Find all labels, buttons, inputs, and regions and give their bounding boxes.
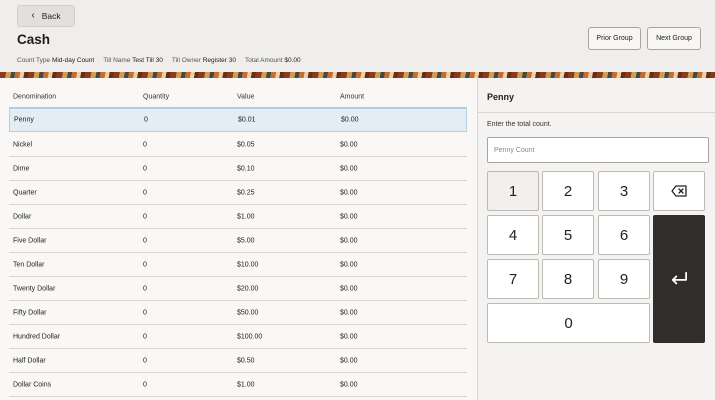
column-header-quantity: Quantity (143, 93, 170, 100)
denomination-cell: Twenty Dollar (13, 285, 56, 292)
quantity-cell: 0 (143, 309, 147, 316)
key-8[interactable]: 8 (542, 259, 594, 299)
column-header-value: Value (237, 93, 255, 100)
entry-prompt: Enter the total count. (487, 121, 552, 128)
amount-cell: $0.00 (340, 237, 358, 244)
quantity-cell: 0 (143, 261, 147, 268)
quantity-cell: 0 (143, 285, 147, 292)
table-row[interactable]: Dollar Coins 0 $1.00 $0.00 (9, 373, 467, 397)
denomination-table: Denomination Quantity Value Amount Penny… (0, 78, 478, 400)
amount-cell: $0.00 (340, 333, 358, 340)
table-row[interactable]: Half Dollar 0 $0.50 $0.00 (9, 349, 467, 373)
meta-till-name: Till Name Test Till 30 (103, 57, 163, 64)
table-row[interactable]: Dollar 0 $1.00 $0.00 (9, 205, 467, 229)
denomination-cell: Penny (14, 116, 34, 124)
key-2[interactable]: 2 (542, 171, 594, 211)
amount-cell: $0.00 (340, 309, 358, 316)
key-0[interactable]: 0 (487, 303, 650, 343)
header: ‹ Back Cash Count Type Mid-day Count Til… (0, 0, 715, 72)
key-7[interactable]: 7 (487, 259, 539, 299)
back-button[interactable]: ‹ Back (17, 5, 75, 27)
table-row[interactable]: Ten Dollar 0 $10.00 $0.00 (9, 253, 467, 277)
meta-total-amount: Total Amount $0.00 (244, 57, 301, 64)
amount-cell: $0.00 (340, 213, 358, 220)
quantity-cell: 0 (143, 141, 147, 148)
value-cell: $1.00 (237, 381, 255, 388)
denomination-cell: Quarter (13, 189, 37, 196)
denomination-cell: Dollar Coins (13, 381, 52, 388)
key-5[interactable]: 5 (542, 215, 594, 255)
meta-count-type: Count Type Mid-day Count (17, 57, 95, 64)
next-group-button[interactable]: Next Group (647, 27, 701, 50)
table-row[interactable]: Five Dollar 0 $5.00 $0.00 (9, 229, 467, 253)
value-cell: $10.00 (237, 261, 259, 268)
value-cell: $1.00 (237, 213, 255, 220)
denomination-cell: Hundred Dollar (13, 333, 61, 340)
key-6[interactable]: 6 (598, 215, 650, 255)
key-4[interactable]: 4 (487, 215, 539, 255)
key-9[interactable]: 9 (598, 259, 650, 299)
amount-cell: $0.00 (340, 381, 358, 388)
quantity-cell: 0 (143, 213, 147, 220)
denomination-cell: Nickel (13, 141, 33, 148)
quantity-cell: 0 (143, 381, 147, 388)
value-cell: $20.00 (237, 285, 259, 292)
amount-cell: $0.00 (340, 285, 358, 292)
penny-count-input[interactable] (487, 137, 709, 163)
key-1[interactable]: 1 (487, 171, 539, 211)
denomination-cell: Ten Dollar (13, 261, 45, 268)
prior-group-button[interactable]: Prior Group (588, 27, 641, 50)
column-header-amount: Amount (340, 93, 365, 100)
table-row[interactable]: Nickel 0 $0.05 $0.00 (9, 133, 467, 157)
amount-cell: $0.00 (341, 116, 359, 124)
value-cell: $0.10 (237, 165, 255, 172)
denomination-cell: Five Dollar (13, 237, 47, 244)
back-label: Back (41, 11, 61, 21)
quantity-cell: 0 (143, 165, 147, 172)
amount-cell: $0.00 (340, 357, 358, 364)
table-row[interactable]: Quarter 0 $0.25 $0.00 (9, 181, 467, 205)
enter-key[interactable] (653, 215, 705, 343)
quantity-cell: 0 (143, 189, 147, 196)
value-cell: $0.05 (237, 141, 255, 148)
chevron-left-icon: ‹ (31, 10, 35, 21)
panel-title: Penny (487, 92, 515, 102)
table-row[interactable]: Penny 0 $0.01 $0.00 (9, 108, 467, 132)
count-meta: Count Type Mid-day Count Till Name Test … (17, 57, 301, 64)
meta-till-owner: Till Owner Register 30 (171, 57, 236, 64)
value-cell: $100.00 (237, 333, 263, 340)
amount-cell: $0.00 (340, 261, 358, 268)
amount-cell: $0.00 (340, 141, 358, 148)
page-title: Cash (17, 32, 51, 47)
quantity-cell: 0 (144, 116, 148, 124)
denomination-cell: Fifty Dollar (13, 309, 47, 316)
value-cell: $0.50 (237, 357, 255, 364)
table-row[interactable]: Twenty Dollar 0 $20.00 $0.00 (9, 277, 467, 301)
value-cell: $50.00 (237, 309, 259, 316)
backspace-key[interactable] (653, 171, 705, 211)
table-row[interactable]: Dime 0 $0.10 $0.00 (9, 157, 467, 181)
enter-return-icon (671, 271, 687, 285)
table-header: Denomination Quantity Value Amount (9, 86, 467, 108)
value-cell: $5.00 (237, 237, 255, 244)
value-cell: $0.25 (237, 189, 255, 196)
count-entry-panel: Penny Enter the total count. 1 2 3 4 5 6… (478, 78, 715, 400)
amount-cell: $0.00 (340, 189, 358, 196)
amount-cell: $0.00 (340, 165, 358, 172)
quantity-cell: 0 (143, 357, 147, 364)
denomination-cell: Dime (13, 165, 30, 172)
column-header-denomination: Denomination (13, 93, 57, 100)
quantity-cell: 0 (143, 237, 147, 244)
denomination-cell: Half Dollar (13, 357, 46, 364)
key-3[interactable]: 3 (598, 171, 650, 211)
table-row[interactable]: Fifty Dollar 0 $50.00 $0.00 (9, 301, 467, 325)
value-cell: $0.01 (238, 116, 256, 124)
denomination-cell: Dollar (13, 213, 32, 220)
quantity-cell: 0 (143, 333, 147, 340)
backspace-icon (671, 185, 687, 197)
table-row[interactable]: Hundred Dollar 0 $100.00 $0.00 (9, 325, 467, 349)
panel-divider (478, 112, 715, 113)
